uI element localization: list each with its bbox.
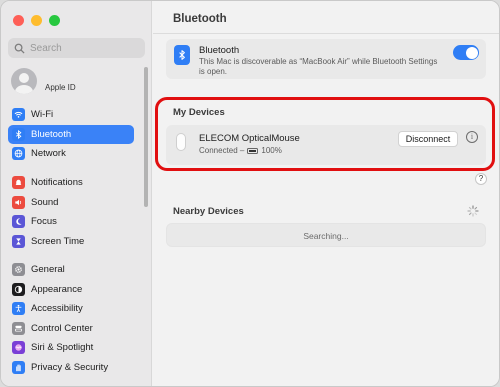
profile-subtitle: Apple ID (45, 83, 76, 92)
bluetooth-icon (12, 127, 25, 141)
bluetooth-card-title: Bluetooth (199, 45, 240, 56)
main-pane: Bluetooth Bluetooth This Mac is discover… (153, 1, 499, 386)
sidebar-item-wi-fi[interactable]: Wi-Fi (8, 105, 134, 124)
speaker-icon (12, 195, 25, 209)
sidebar-item-siri-spotlight[interactable]: Siri & Spotlight (8, 338, 134, 357)
hand-icon (12, 360, 25, 374)
accessibility-icon (12, 302, 25, 316)
siri-icon (12, 341, 25, 355)
sidebar-item-label: Appearance (31, 283, 83, 295)
apple-id-profile[interactable]: Apple ID (11, 68, 76, 94)
sidebar-item-label: Sound (31, 196, 59, 208)
sidebar-item-label: Notifications (31, 177, 83, 188)
minimize-window-button[interactable] (31, 15, 42, 26)
sidebar-item-label: Privacy & Security (31, 361, 109, 373)
sidebar-item-label: Accessibility (31, 303, 83, 315)
sidebar-item-control-center[interactable]: Control Center (8, 319, 134, 338)
sidebar-search[interactable] (8, 38, 145, 58)
spinner-icon (467, 205, 479, 217)
highlight-annotation (155, 97, 495, 171)
sidebar: Apple ID Wi-Fi Bluetooth Network Notificat… (1, 1, 152, 386)
appearance-icon (12, 282, 25, 296)
avatar (11, 68, 37, 94)
wifi-icon (12, 108, 25, 121)
sidebar-group-system: General Appearance Accessibility Control Ce… (8, 260, 134, 378)
close-window-button[interactable] (13, 15, 24, 26)
sidebar-item-label: Control Center (31, 322, 93, 334)
sidebar-scrollbar[interactable] (144, 67, 148, 207)
sidebar-item-notifications[interactable]: Notifications (8, 173, 134, 192)
globe-icon (12, 147, 25, 161)
sidebar-item-accessibility[interactable]: Accessibility (8, 299, 134, 318)
sidebar-item-label: Network (31, 148, 66, 160)
bluetooth-icon (174, 45, 190, 65)
bluetooth-card-description: This Mac is discoverable as “MacBook Air… (199, 57, 438, 76)
nearby-devices-list: Searching... (166, 223, 486, 247)
nearby-devices-heading: Nearby Devices (173, 206, 244, 217)
sidebar-item-label: Wi-Fi (31, 109, 54, 120)
sidebar-item-sound[interactable]: Sound (8, 193, 134, 212)
searching-status: Searching... (303, 231, 349, 241)
traffic-lights (13, 15, 60, 26)
settings-window: Apple ID Wi-Fi Bluetooth Network Notificat… (0, 0, 500, 387)
search-input[interactable] (30, 42, 140, 54)
sidebar-item-label: Focus (31, 216, 57, 228)
title-divider (153, 33, 499, 34)
sidebar-item-label: Screen Time (31, 235, 85, 247)
sidebar-item-label: Siri & Spotlight (31, 342, 94, 354)
moon-icon (12, 215, 25, 229)
hourglass-icon (12, 234, 25, 248)
sidebar-group-attention: Notifications Sound Focus Screen Time (8, 173, 134, 251)
sidebar-item-screen-time[interactable]: Screen Time (8, 232, 134, 251)
search-icon (14, 43, 25, 54)
sidebar-item-network[interactable]: Network (8, 144, 134, 163)
zoom-window-button[interactable] (49, 15, 60, 26)
sidebar-group-network: Wi-Fi Bluetooth Network (8, 105, 134, 164)
sidebar-item-label: General (31, 264, 65, 275)
bluetooth-toggle[interactable] (453, 45, 479, 60)
gear-icon (12, 263, 25, 276)
sidebar-item-focus[interactable]: Focus (8, 212, 134, 231)
sidebar-item-label: Bluetooth (31, 128, 72, 140)
sidebar-item-general[interactable]: General (8, 260, 134, 279)
bluetooth-card: Bluetooth This Mac is discoverable as “M… (166, 39, 486, 79)
profile-name (45, 70, 76, 82)
sidebar-item-privacy-security[interactable]: Privacy & Security (8, 358, 134, 377)
page-title: Bluetooth (173, 13, 227, 25)
help-button[interactable]: ? (475, 173, 487, 185)
control-center-icon (12, 321, 25, 335)
sidebar-item-appearance[interactable]: Appearance (8, 280, 134, 299)
sidebar-item-bluetooth[interactable]: Bluetooth (8, 124, 134, 144)
bell-icon (12, 176, 25, 189)
